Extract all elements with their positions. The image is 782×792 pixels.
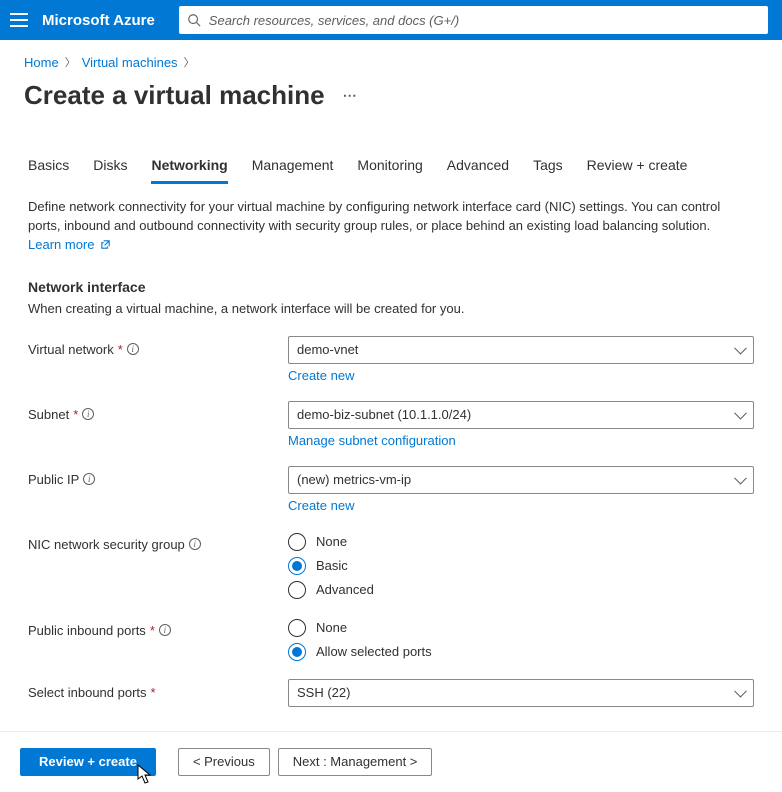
breadcrumb: Home 〉 Virtual machines 〉 [0, 40, 782, 76]
tab-basics[interactable]: Basics [28, 157, 69, 184]
select-subnet[interactable]: demo-biz-subnet (10.1.1.0/24) [288, 401, 754, 429]
more-actions-button[interactable]: ⋯ [343, 87, 359, 104]
row-select-inbound-ports: Select inbound ports * SSH (22) [28, 679, 754, 707]
section-network-interface-sub: When creating a virtual machine, a netwo… [28, 301, 754, 316]
networking-intro: Define network connectivity for your vir… [28, 198, 754, 255]
label-virtual-network: Virtual network * i [28, 336, 288, 357]
radio-nsg-advanced[interactable]: Advanced [288, 581, 754, 599]
info-icon[interactable]: i [127, 343, 139, 355]
label-subnet: Subnet * i [28, 401, 288, 422]
tab-disks[interactable]: Disks [93, 157, 127, 184]
tab-networking[interactable]: Networking [151, 157, 227, 184]
info-icon[interactable]: i [83, 473, 95, 485]
link-manage-subnet[interactable]: Manage subnet configuration [288, 433, 456, 448]
external-link-icon [100, 239, 111, 250]
select-public-ip[interactable]: (new) metrics-vm-ip [288, 466, 754, 494]
tab-management[interactable]: Management [252, 157, 334, 184]
page-title: Create a virtual machine [24, 80, 325, 111]
page-title-row: Create a virtual machine ⋯ [0, 76, 782, 121]
label-select-inbound-ports: Select inbound ports * [28, 679, 288, 700]
radios-nic-nsg: None Basic Advanced [288, 531, 754, 599]
link-create-new-pip[interactable]: Create new [288, 498, 354, 513]
row-nic-nsg: NIC network security group i None Basic … [28, 531, 754, 599]
next-button[interactable]: Next : Management > [278, 748, 433, 776]
required-marker: * [73, 407, 78, 422]
label-public-ip: Public IP i [28, 466, 288, 487]
tab-monitoring[interactable]: Monitoring [357, 157, 422, 184]
radio-nsg-none[interactable]: None [288, 533, 754, 551]
radio-ports-allow[interactable]: Allow selected ports [288, 643, 754, 661]
required-marker: * [150, 623, 155, 638]
chevron-right-icon: 〉 [65, 54, 76, 70]
brand-label: Microsoft Azure [42, 12, 155, 29]
required-marker: * [151, 685, 156, 700]
info-icon[interactable]: i [159, 624, 171, 636]
section-network-interface-title: Network interface [28, 279, 754, 295]
info-icon[interactable]: i [189, 538, 201, 550]
radio-nsg-basic[interactable]: Basic [288, 557, 754, 575]
tab-tags[interactable]: Tags [533, 157, 563, 184]
link-create-new-vnet[interactable]: Create new [288, 368, 354, 383]
footer-buttons: Review + create < Previous Next : Manage… [0, 731, 782, 792]
label-nic-nsg: NIC network security group i [28, 531, 288, 552]
row-public-inbound-ports: Public inbound ports * i None Allow sele… [28, 617, 754, 661]
chevron-right-icon: 〉 [184, 54, 195, 70]
hamburger-menu-icon[interactable] [10, 13, 28, 27]
select-virtual-network[interactable]: demo-vnet [288, 336, 754, 364]
learn-more-link[interactable]: Learn more [28, 237, 111, 252]
required-marker: * [118, 342, 123, 357]
select-inbound-ports[interactable]: SSH (22) [288, 679, 754, 707]
radios-public-inbound-ports: None Allow selected ports [288, 617, 754, 661]
search-icon [187, 13, 201, 27]
search-input[interactable] [209, 13, 760, 28]
tab-advanced[interactable]: Advanced [447, 157, 509, 184]
topbar: Microsoft Azure [0, 0, 782, 40]
tabs: Basics Disks Networking Management Monit… [0, 121, 782, 184]
info-icon[interactable]: i [82, 408, 94, 420]
row-subnet: Subnet * i demo-biz-subnet (10.1.1.0/24)… [28, 401, 754, 448]
radio-ports-none[interactable]: None [288, 619, 754, 637]
breadcrumb-home[interactable]: Home [24, 55, 59, 70]
review-create-button[interactable]: Review + create [20, 748, 156, 776]
previous-button[interactable]: < Previous [178, 748, 270, 776]
row-public-ip: Public IP i (new) metrics-vm-ip Create n… [28, 466, 754, 513]
row-virtual-network: Virtual network * i demo-vnet Create new [28, 336, 754, 383]
search-box[interactable] [179, 6, 768, 34]
breadcrumb-virtual-machines[interactable]: Virtual machines [82, 55, 178, 70]
content: Define network connectivity for your vir… [0, 184, 782, 731]
tab-review-create[interactable]: Review + create [587, 157, 688, 184]
label-public-inbound-ports: Public inbound ports * i [28, 617, 288, 638]
